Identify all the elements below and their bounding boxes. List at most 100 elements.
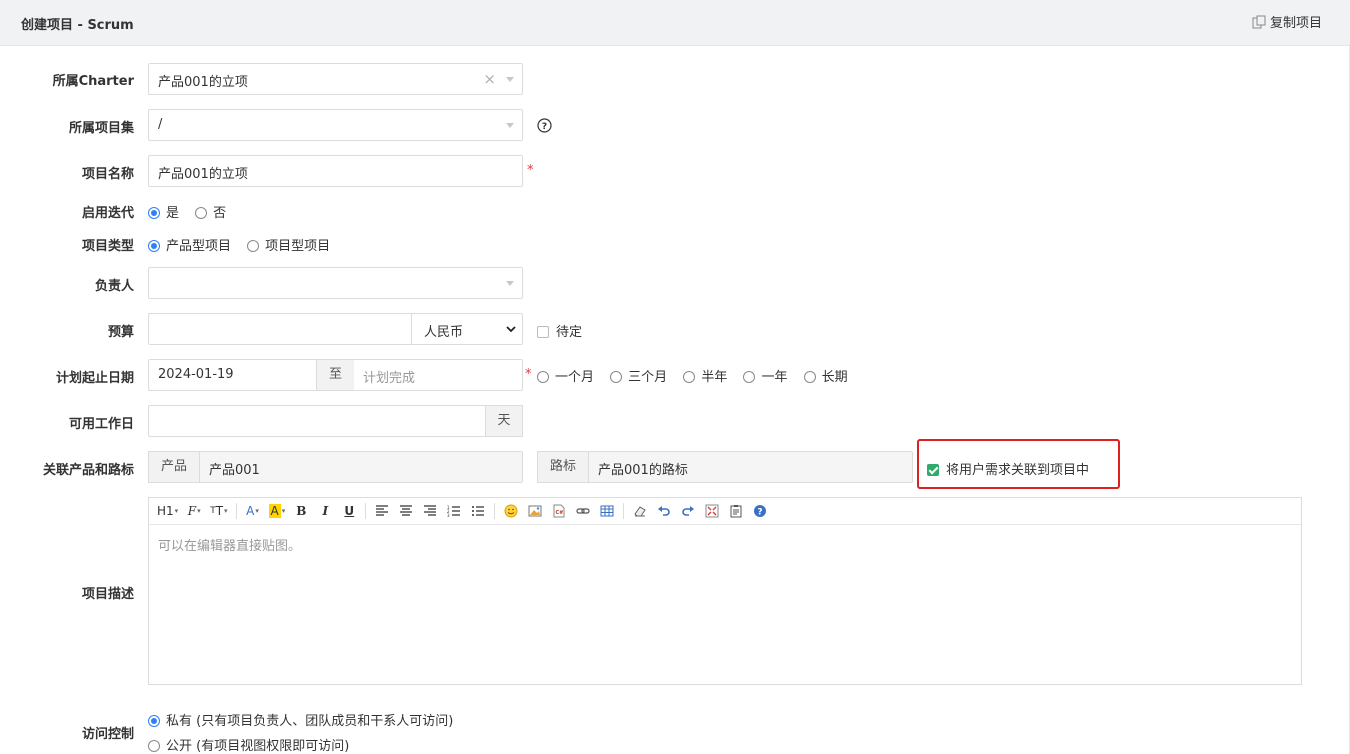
eraser-icon bbox=[634, 506, 646, 517]
font-color-button[interactable]: A ▾ bbox=[245, 502, 261, 520]
products-label: 关联产品和路标 bbox=[42, 463, 134, 478]
type-label: 项目类型 bbox=[81, 239, 134, 254]
redo-button[interactable] bbox=[680, 502, 696, 520]
charter-label: 所属Charter bbox=[52, 74, 134, 89]
type-radio-group: 产品型项目 项目型项目 bbox=[148, 235, 342, 254]
editor-toolbar: H1 ▾ F ▾ T T ▾ A ▾ A ▾ B I U 123 C# ? bbox=[149, 498, 1301, 525]
end-date-placeholder: 计划完成 bbox=[363, 371, 416, 386]
workdays-input[interactable] bbox=[148, 405, 486, 437]
undo-button[interactable] bbox=[656, 502, 672, 520]
remove-format-button[interactable] bbox=[632, 502, 648, 520]
dates-label: 计划起止日期 bbox=[55, 371, 134, 386]
product-tag: 产品 bbox=[148, 451, 200, 483]
description-label: 项目描述 bbox=[81, 587, 134, 602]
acl-label: 访问控制 bbox=[81, 727, 134, 742]
radio-unselected bbox=[247, 240, 260, 252]
workdays-label: 可用工作日 bbox=[68, 417, 134, 432]
page-title: 创建项目 - Scrum bbox=[21, 18, 134, 33]
image-icon bbox=[528, 505, 542, 517]
date-separator: 至 bbox=[316, 359, 355, 391]
fullscreen-icon bbox=[705, 504, 719, 518]
help-button[interactable]: ? bbox=[752, 502, 768, 520]
font-size-button[interactable]: T T ▾ bbox=[210, 502, 227, 520]
font-family-button[interactable]: F ▾ bbox=[186, 502, 202, 520]
radio-unselected bbox=[195, 207, 208, 219]
iteration-radio-group: 是 否 bbox=[148, 202, 238, 221]
radio-selected bbox=[148, 715, 160, 727]
table-button[interactable] bbox=[599, 502, 615, 520]
bold-button[interactable]: B bbox=[293, 502, 309, 520]
page-header: 创建项目 - Scrum 复制项目 bbox=[0, 0, 1350, 46]
budget-tbd-checkbox[interactable]: 待定 bbox=[537, 321, 582, 340]
underline-button[interactable]: U bbox=[341, 502, 357, 520]
align-center-icon bbox=[400, 505, 413, 516]
paste-button[interactable] bbox=[728, 502, 744, 520]
budget-input[interactable] bbox=[148, 313, 412, 345]
begin-date-input[interactable]: 2024-01-19 bbox=[148, 359, 317, 391]
help-icon[interactable]: ? bbox=[537, 118, 552, 133]
italic-button[interactable]: I bbox=[317, 502, 333, 520]
end-date-input[interactable]: 计划完成 bbox=[354, 359, 523, 391]
workdays-unit: 天 bbox=[485, 405, 523, 437]
emoticon-button[interactable] bbox=[503, 502, 519, 520]
bullet-list-icon bbox=[472, 506, 485, 516]
charter-select[interactable]: 产品001的立项 × bbox=[148, 63, 523, 95]
budget-label: 预算 bbox=[107, 325, 134, 340]
image-button[interactable] bbox=[527, 502, 543, 520]
owner-select[interactable] bbox=[148, 267, 523, 299]
align-left-button[interactable] bbox=[374, 502, 390, 520]
program-select[interactable]: / bbox=[148, 109, 523, 141]
link-button[interactable] bbox=[575, 502, 591, 520]
redo-icon bbox=[682, 506, 695, 516]
help-circle-icon: ? bbox=[754, 505, 767, 518]
ordered-list-icon: 123 bbox=[447, 505, 461, 517]
heading-button[interactable]: H1 ▾ bbox=[157, 502, 178, 520]
radio-selected bbox=[148, 207, 160, 219]
duration-one-month-radio[interactable]: 一个月 bbox=[537, 370, 594, 385]
align-right-button[interactable] bbox=[422, 502, 438, 520]
owner-label: 负责人 bbox=[94, 279, 134, 294]
iteration-no-radio[interactable]: 否 bbox=[195, 206, 226, 221]
align-center-button[interactable] bbox=[398, 502, 414, 520]
iteration-label: 启用迭代 bbox=[81, 206, 134, 221]
highlight-annotation bbox=[917, 439, 1120, 489]
roadmap-tag: 路标 bbox=[537, 451, 589, 483]
editor-placeholder: 可以在编辑器直接贴图。 bbox=[158, 539, 302, 554]
ordered-list-button[interactable]: 123 bbox=[446, 502, 462, 520]
project-name-input[interactable]: 产品001的立项 bbox=[148, 155, 523, 187]
clipboard-icon bbox=[730, 505, 742, 518]
roadmap-select[interactable]: 产品001的路标 bbox=[588, 451, 913, 483]
copy-project-button[interactable]: 复制项目 bbox=[1252, 12, 1322, 31]
product-select[interactable]: 产品001 bbox=[199, 451, 523, 483]
acl-private-radio[interactable]: 私有 (只有项目负责人、团队成员和干系人可访问) bbox=[148, 710, 453, 729]
begin-date-value: 2024-01-19 bbox=[158, 367, 234, 382]
clear-icon[interactable]: × bbox=[483, 70, 496, 88]
copy-project-label: 复制项目 bbox=[1269, 16, 1322, 31]
duration-three-months-radio[interactable]: 三个月 bbox=[610, 370, 667, 385]
duration-long-term-radio[interactable]: 长期 bbox=[803, 370, 848, 385]
roadmap-value: 产品001的路标 bbox=[598, 463, 688, 478]
bullet-list-button[interactable] bbox=[470, 502, 486, 520]
svg-text:3: 3 bbox=[447, 513, 450, 517]
fullscreen-button[interactable] bbox=[704, 502, 720, 520]
svg-text:?: ? bbox=[758, 508, 763, 518]
radio-unselected bbox=[148, 740, 160, 752]
currency-select[interactable]: 人民币 bbox=[411, 313, 523, 345]
type-product-radio[interactable]: 产品型项目 bbox=[148, 239, 231, 254]
code-button[interactable]: C# bbox=[551, 502, 567, 520]
chevron-down-icon bbox=[506, 281, 514, 286]
description-editor[interactable]: H1 ▾ F ▾ T T ▾ A ▾ A ▾ B I U 123 C# ? 可以… bbox=[148, 497, 1302, 685]
smiley-icon bbox=[504, 504, 518, 518]
duration-one-year-radio[interactable]: 一年 bbox=[743, 370, 787, 385]
copy-icon bbox=[1252, 15, 1266, 28]
duration-half-year-radio[interactable]: 半年 bbox=[683, 370, 727, 385]
charter-value: 产品001的立项 bbox=[158, 75, 248, 90]
required-mark: * bbox=[525, 367, 532, 382]
acl-public-radio[interactable]: 公开 (有项目视图权限即可访问) bbox=[148, 735, 349, 754]
iteration-yes-radio[interactable]: 是 bbox=[148, 206, 179, 221]
background-color-button[interactable]: A ▾ bbox=[268, 502, 285, 520]
type-project-radio[interactable]: 项目型项目 bbox=[247, 239, 330, 254]
table-icon bbox=[600, 505, 614, 517]
chevron-down-icon bbox=[506, 326, 516, 333]
program-value: / bbox=[158, 117, 163, 132]
